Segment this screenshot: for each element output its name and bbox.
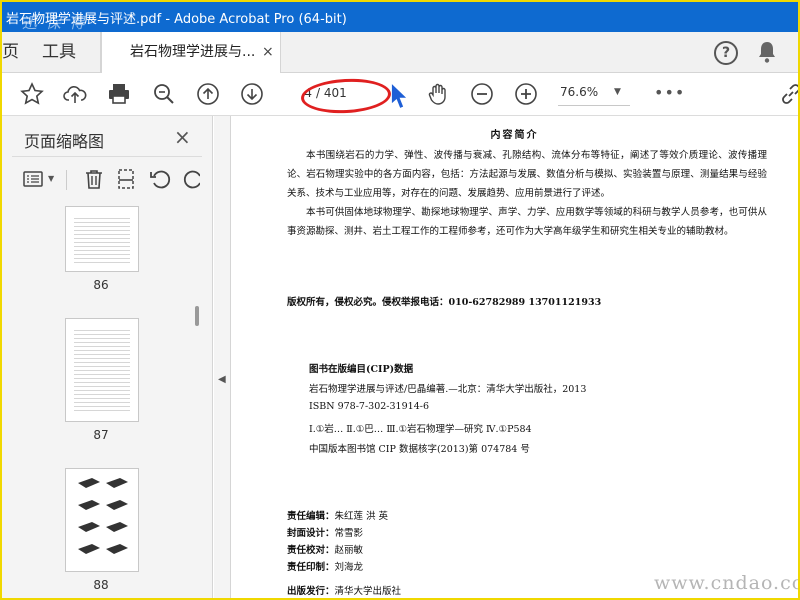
extract-page-icon[interactable] [115, 167, 139, 191]
watermark-top: 迅 保 得 [22, 14, 87, 32]
main-toolbar: 4 / 401 76.6% ▼ ••• [2, 73, 798, 116]
delete-page-icon[interactable] [82, 167, 106, 191]
cip-line: 岩石物理学进展与评述/巴晶编著.—北京：清华大学出版社，2013 [309, 384, 587, 395]
cip-title: 图书在版编目(CIP)数据 [309, 364, 414, 375]
mouse-pointer-icon [386, 83, 407, 108]
credit-name: 清华大学出版社 [334, 586, 402, 597]
credit-name: 刘海龙 [334, 562, 364, 573]
rotate-right-icon[interactable] [182, 167, 200, 191]
upload-cloud-icon[interactable] [62, 81, 88, 107]
thumbnail-scrollbar[interactable] [195, 306, 199, 326]
title-bar: 岩石物理学进展与评述.pdf - Adobe Acrobat Pro (64-b… [2, 2, 798, 32]
collapse-arrow-icon[interactable]: ◀ [218, 374, 226, 385]
more-options-icon[interactable]: ••• [654, 83, 685, 102]
zoom-in-icon[interactable] [513, 81, 539, 107]
thumbnail-content [74, 215, 130, 263]
cip-line: ISBN 978-7-302-31914-6 [309, 401, 429, 412]
zoom-search-icon[interactable] [151, 81, 177, 107]
credit-line: 出版发行：清华大学出版社 [287, 583, 401, 597]
thumbnail-content [74, 327, 130, 413]
thumbnail-page[interactable] [65, 468, 139, 572]
link-icon[interactable] [778, 81, 798, 107]
cip-line: Ⅰ.①岩… Ⅱ.①巴… Ⅲ.①岩石物理学—研究 Ⅳ.①P584 [309, 424, 532, 435]
panel-close-icon[interactable]: × [174, 125, 191, 149]
bookmark-star-icon[interactable] [19, 81, 45, 107]
credit-role: 封面设计： [287, 528, 335, 539]
notification-bell-icon[interactable] [756, 40, 778, 64]
tab-document-label: 岩石物理学进展与... [130, 44, 256, 60]
credit-role: 出版发行： [287, 586, 335, 597]
document-view: 内容简介 本书围绕岩石的力学、弹性、波传播与衰减、孔隙结构、流体分布等特征，阐述… [231, 116, 798, 598]
thumbnail-page[interactable] [65, 318, 139, 422]
credit-name: 常雪影 [334, 528, 364, 539]
thumbnail-toolbar: ▼ [2, 164, 212, 198]
tab-document[interactable]: 岩石物理学进展与... × [101, 32, 281, 73]
page-thumbnails-panel: 页面缩略图 × ▼ 86 87 88 [2, 116, 213, 598]
summary-paragraph-1: 本书围绕岩石的力学、弹性、波传播与衰减、孔隙结构、流体分布等特征，阐述了等效介质… [287, 150, 767, 199]
copyright-notice: 版权所有，侵权必究。侵权举报电话：010-62782989 1370112193… [287, 297, 602, 308]
options-caret-icon[interactable]: ▼ [48, 174, 54, 183]
previous-page-icon[interactable] [195, 81, 221, 107]
credit-line: 责任印制：刘海龙 [287, 559, 363, 573]
rotate-left-icon[interactable] [148, 167, 172, 191]
tab-tools[interactable]: 工具 [18, 32, 101, 72]
panel-collapse-handle[interactable]: ◀ [214, 116, 231, 598]
highlight-ellipse [300, 76, 392, 116]
credit-line: 封面设计：常雪影 [287, 525, 363, 539]
panel-divider [12, 156, 202, 157]
print-icon[interactable] [106, 81, 132, 107]
thumbnail-page[interactable] [65, 206, 139, 272]
zoom-field-underline [558, 105, 630, 106]
tab-close-icon[interactable]: × [262, 32, 274, 72]
credit-name: 朱红莲 洪 英 [334, 511, 389, 522]
zoom-level-select[interactable]: 76.6% [560, 85, 598, 99]
panel-title: 页面缩略图 [24, 132, 105, 151]
thumbnail-label: 86 [93, 278, 109, 292]
thumbnail-options-icon[interactable] [22, 167, 46, 191]
tab-home[interactable]: 页 [2, 32, 19, 72]
credit-role: 责任印制： [287, 562, 335, 573]
watermark-bottom: www.cndao.com [654, 572, 798, 594]
thumbnail-figures [78, 478, 128, 554]
credit-role: 责任编辑： [287, 511, 335, 522]
chevron-down-icon[interactable]: ▼ [614, 87, 621, 97]
hand-tool-icon[interactable] [425, 81, 451, 107]
credit-name: 赵丽敏 [334, 545, 364, 556]
tab-bar: 页 工具 岩石物理学进展与... × ? [2, 32, 798, 73]
credit-line: 责任校对：赵丽敏 [287, 542, 363, 556]
thumbnail-list: 86 87 88 [2, 206, 202, 598]
tool-separator [66, 170, 67, 190]
credit-role: 责任校对： [287, 545, 335, 556]
thumbnail-label: 88 [93, 578, 109, 592]
summary-paragraph-2: 本书可供固体地球物理学、勘探地球物理学、声学、力学、应用数学等领域的科研与教学人… [287, 207, 767, 237]
content-summary-heading: 内容简介 [490, 130, 539, 141]
document-page: 内容简介 本书围绕岩石的力学、弹性、波传播与衰减、孔隙结构、流体分布等特征，阐述… [231, 116, 798, 598]
cip-line: 中国版本图书馆 CIP 数据核字(2013)第 074784 号 [309, 444, 530, 455]
help-icon[interactable]: ? [714, 41, 738, 65]
credit-line: 责任编辑：朱红莲 洪 英 [287, 508, 388, 522]
screenshot-frame: 岩石物理学进展与评述.pdf - Adobe Acrobat Pro (64-b… [0, 0, 800, 600]
next-page-icon[interactable] [239, 81, 265, 107]
zoom-out-icon[interactable] [469, 81, 495, 107]
thumbnail-label: 87 [93, 428, 109, 442]
